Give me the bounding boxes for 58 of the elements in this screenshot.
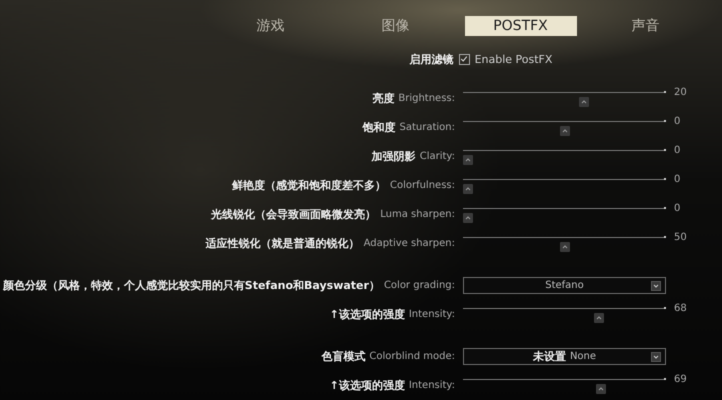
setting-label: 颜色分级（风格，特效，个人感觉比较实用的只有Stefano和Bayswater） — [2, 278, 380, 293]
setting-label: 色盲模式 — [321, 349, 366, 364]
slider[interactable] — [463, 304, 666, 324]
dropdown[interactable]: 未设置 None — [463, 348, 666, 365]
slider[interactable] — [463, 88, 666, 108]
slider[interactable] — [463, 204, 666, 224]
tab[interactable]: POSTFX — [464, 16, 576, 36]
setting-label: 鲜艳度（感觉和饱和度差不多） — [232, 178, 386, 193]
slider[interactable] — [463, 234, 666, 254]
slider[interactable] — [463, 376, 666, 396]
setting-label: ↑该选项的强度 — [330, 378, 405, 393]
tab[interactable]: 声音 — [624, 15, 668, 37]
slider-handle[interactable] — [578, 96, 589, 106]
setting-label: 加强阴影 — [372, 149, 416, 164]
slider-handle[interactable] — [560, 126, 570, 136]
setting-label: ↑该选项的强度 — [330, 307, 405, 322]
setting-label-english: Intensity: — [408, 309, 455, 320]
setting-label-english: Intensity: — [408, 380, 455, 391]
slider-value: 69 — [674, 374, 688, 385]
setting-label: 饱和度 — [362, 120, 396, 135]
setting-label-english: Clarity: — [420, 151, 455, 162]
setting-label-english: Adaptive sharpen: — [364, 238, 455, 249]
caret-icon — [651, 352, 661, 362]
slider-value: 50 — [674, 232, 688, 243]
slider-value: 20 — [674, 87, 688, 98]
slider-handle[interactable] — [463, 212, 473, 222]
slider-handle[interactable] — [560, 242, 570, 252]
slider[interactable] — [463, 118, 666, 138]
setting-label-english: Color grading: — [384, 280, 455, 291]
dropdown-value-english: Stefano — [545, 280, 584, 291]
setting-label: 光线锐化（会导致画面略微发亮） — [211, 207, 376, 222]
enable-postfx-label: Enable PostFX — [474, 52, 552, 66]
checkbox[interactable] — [458, 54, 470, 64]
setting-label-english: Saturation: — [400, 122, 455, 133]
slider-value: 68 — [674, 303, 688, 314]
dropdown-value: 未设置 — [532, 349, 566, 364]
setting-label-english: Colorfulness: — [390, 180, 455, 191]
slider-value: 0 — [674, 116, 682, 127]
slider-handle[interactable] — [463, 184, 473, 194]
tab[interactable]: 图像 — [374, 15, 418, 37]
slider-handle[interactable] — [463, 154, 473, 164]
slider[interactable] — [463, 146, 666, 166]
slider-value: 0 — [674, 145, 682, 156]
setting-label: 适应性锐化（就是普通的锐化） — [206, 236, 360, 251]
enable-label: 启用滤镜 — [410, 52, 454, 66]
slider-handle[interactable] — [594, 312, 604, 322]
slider-handle[interactable] — [596, 384, 606, 394]
caret-icon — [651, 281, 661, 291]
setting-label-english: Brightness: — [398, 93, 455, 104]
dropdown-value-english: None — [570, 351, 596, 362]
slider[interactable] — [463, 176, 666, 196]
setting-label-english: Colorblind mode: — [369, 351, 455, 362]
setting-label-english: Luma sharpen: — [380, 209, 455, 220]
slider-value: 0 — [674, 203, 682, 214]
setting-label: 亮度 — [372, 91, 394, 106]
tab[interactable]: 游戏 — [248, 15, 292, 37]
slider-value: 0 — [674, 174, 682, 185]
dropdown[interactable]: Stefano — [463, 277, 666, 294]
